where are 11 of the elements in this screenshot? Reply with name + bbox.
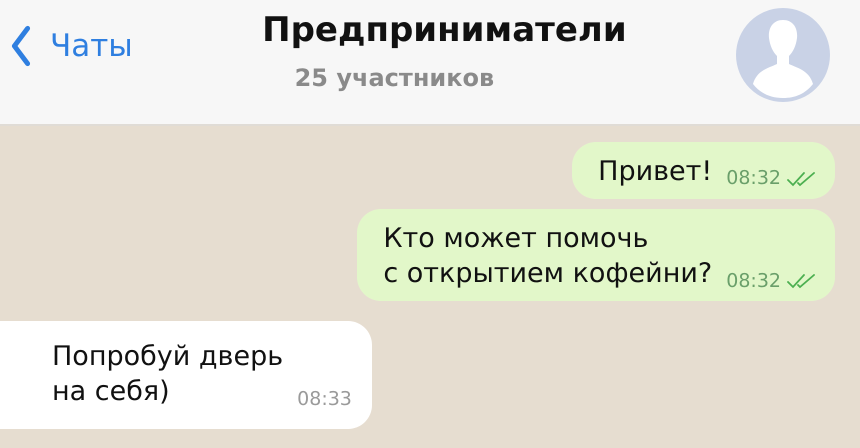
message-time: 08:32 bbox=[726, 166, 781, 192]
avatar-icon[interactable] bbox=[736, 8, 830, 102]
back-button[interactable]: Чаты bbox=[10, 24, 133, 68]
chevron-left-icon bbox=[10, 24, 32, 68]
message-text: Попробуй дверь на себя) bbox=[52, 340, 284, 410]
message-time: 08:32 bbox=[726, 268, 781, 294]
member-count: 25 участников bbox=[294, 64, 494, 92]
chat-title: Предприниматели bbox=[262, 10, 627, 50]
message-text: Кто может помочь с открытием кофейни? bbox=[383, 222, 712, 292]
message-time: 08:33 bbox=[297, 386, 352, 412]
message-text: Привет! bbox=[598, 155, 712, 189]
